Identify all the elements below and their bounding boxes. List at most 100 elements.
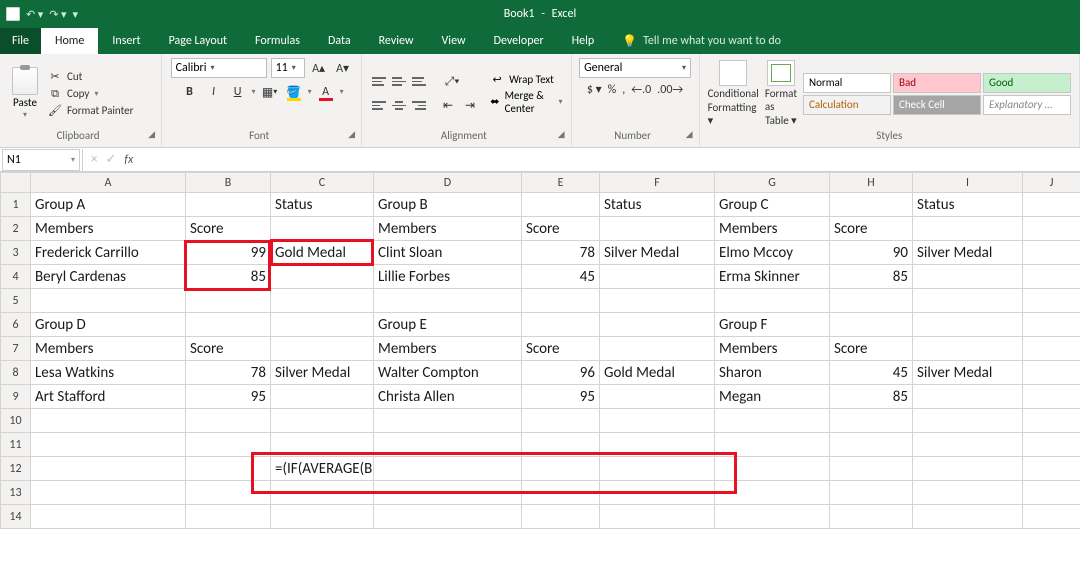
cell[interactable]: Score [186,217,271,241]
cell[interactable] [31,409,186,433]
increase-decimal-icon[interactable]: ←.0 [631,83,651,97]
cell[interactable] [271,433,374,457]
cell[interactable]: Status [600,193,715,217]
paste-button[interactable]: Paste [13,96,37,109]
tab-developer[interactable]: Developer [480,28,558,54]
cell[interactable] [1023,433,1080,457]
cell[interactable] [715,481,830,505]
align-center-icon[interactable] [390,97,408,115]
tab-formulas[interactable]: Formulas [241,28,314,54]
cell[interactable] [374,481,522,505]
cell[interactable] [522,289,600,313]
cell[interactable] [913,289,1023,313]
cell[interactable]: Score [830,217,913,241]
cell[interactable] [600,385,715,409]
cell[interactable] [913,217,1023,241]
tab-file[interactable]: File [0,28,41,54]
cell[interactable]: Gold Medal [271,241,374,265]
cell[interactable]: Gold Medal [600,361,715,385]
align-bottom-icon[interactable] [410,73,428,91]
cell[interactable] [1023,505,1080,529]
cell[interactable]: Beryl Cardenas [31,265,186,289]
cell[interactable] [1023,361,1080,385]
cell[interactable] [715,457,830,481]
cell[interactable]: Art Stafford [31,385,186,409]
align-left-icon[interactable] [370,97,388,115]
cell[interactable] [830,505,913,529]
cell[interactable]: Group B [374,193,522,217]
cell[interactable]: Score [522,337,600,361]
worksheet-grid[interactable]: A B C D E F G H I J 1Group AStatusGroup … [0,172,1080,529]
increase-font-icon[interactable]: A▴ [309,58,329,78]
cell[interactable] [522,409,600,433]
underline-button[interactable]: U [228,82,248,102]
formula-input[interactable] [141,149,1080,171]
cell[interactable]: Group A [31,193,186,217]
cell[interactable] [830,193,913,217]
cell[interactable] [374,289,522,313]
cancel-formula-icon[interactable]: × [91,152,97,167]
col-header[interactable]: C [271,173,374,193]
cell[interactable]: Group E [374,313,522,337]
cell[interactable]: Group F [715,313,830,337]
align-middle-icon[interactable] [390,73,408,91]
cell[interactable]: 85 [830,385,913,409]
style-calculation[interactable]: Calculation [803,95,891,115]
col-header[interactable]: A [31,173,186,193]
cell[interactable]: 45 [522,265,600,289]
qat-customize-icon[interactable]: ▾ [72,8,78,21]
cell[interactable]: Erma Skinner [715,265,830,289]
cell[interactable] [1023,385,1080,409]
paste-dropdown-icon[interactable]: ▾ [23,110,27,120]
cell[interactable] [1023,289,1080,313]
font-size-combo[interactable]: 11▾ [271,58,305,78]
style-good[interactable]: Good [983,73,1071,93]
row-header[interactable]: 9 [1,385,31,409]
tab-help[interactable]: Help [558,28,609,54]
cell[interactable]: 95 [186,385,271,409]
cell[interactable] [913,505,1023,529]
alignment-dialog-icon[interactable]: ◢ [558,129,565,140]
wrap-text-button[interactable]: ↩Wrap Text [490,73,562,87]
row-header[interactable]: 11 [1,433,31,457]
cell[interactable] [186,481,271,505]
cell[interactable]: Frederick Carrillo [31,241,186,265]
cell[interactable] [830,289,913,313]
cell[interactable] [600,505,715,529]
cell[interactable]: Christa Allen [374,385,522,409]
cell[interactable] [186,289,271,313]
cell[interactable] [913,481,1023,505]
cell[interactable] [522,433,600,457]
cell[interactable] [600,313,715,337]
cell[interactable]: Silver Medal [271,361,374,385]
tab-page-layout[interactable]: Page Layout [155,28,241,54]
cell[interactable] [913,385,1023,409]
cell[interactable] [31,505,186,529]
col-header[interactable]: D [374,173,522,193]
cell[interactable] [600,457,715,481]
cell[interactable] [186,313,271,337]
tab-insert[interactable]: Insert [98,28,154,54]
cell[interactable] [913,337,1023,361]
col-header[interactable]: H [830,173,913,193]
select-all-corner[interactable] [1,173,31,193]
row-header[interactable]: 6 [1,313,31,337]
cell[interactable] [1023,481,1080,505]
cell[interactable] [522,481,600,505]
cell[interactable]: 99 [186,241,271,265]
merge-center-button[interactable]: ⬌Merge & Center ▾ [490,89,562,115]
row-header[interactable]: 5 [1,289,31,313]
cell[interactable] [913,313,1023,337]
font-color-icon[interactable]: A [316,82,336,102]
cell[interactable] [913,265,1023,289]
copy-button[interactable]: ⧉Copy ▾ [48,87,133,101]
format-painter-button[interactable]: 🖌Format Painter [48,104,133,118]
cell[interactable] [830,433,913,457]
col-header[interactable]: B [186,173,271,193]
align-top-icon[interactable] [370,73,388,91]
cell[interactable]: =(IF(AVERAGE(B3:B4>90),"Gold Medal","Sil… [271,457,374,481]
cell[interactable] [186,457,271,481]
cell[interactable] [600,433,715,457]
cell[interactable] [186,433,271,457]
cell[interactable] [1023,217,1080,241]
